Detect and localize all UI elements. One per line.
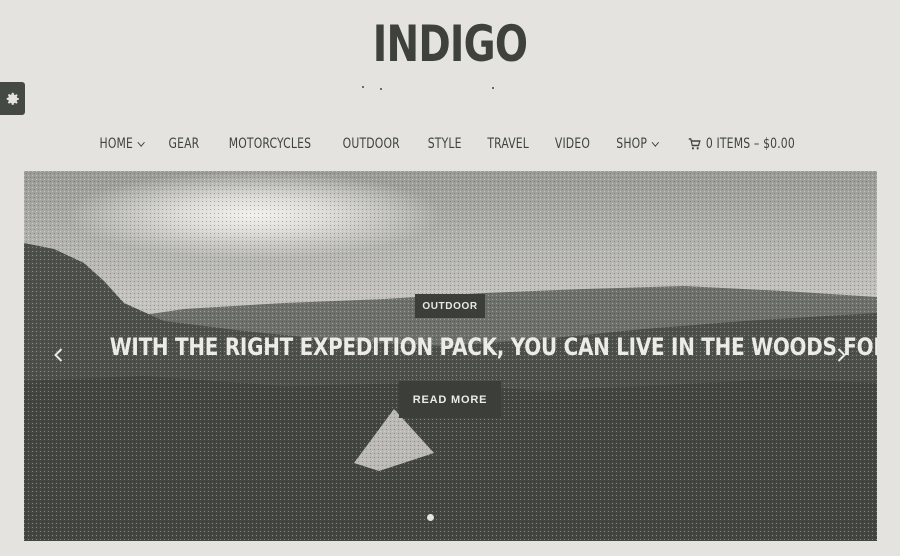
nav-item-label: MOTORCYCLES xyxy=(228,136,312,152)
gear-icon xyxy=(6,92,19,105)
chevron-left-icon xyxy=(54,348,63,362)
chevron-down-icon xyxy=(651,138,660,147)
nav-item-gear[interactable]: GEAR xyxy=(169,136,200,152)
nav-item-label: OUTDOOR xyxy=(342,136,400,152)
nav-item-label: SHOP xyxy=(616,136,648,152)
slider-prev-button[interactable] xyxy=(49,345,69,365)
nav-item-motorcycles[interactable]: MOTORCYCLES xyxy=(229,136,311,152)
nav-item-video[interactable]: VIDEO xyxy=(555,136,590,152)
chevron-right-icon xyxy=(837,348,846,362)
cart-summary: 0 ITEMS – $0.00 xyxy=(705,136,795,152)
site-logo[interactable]: INDIGO xyxy=(99,14,801,74)
nav-item-label: STYLE xyxy=(427,136,462,152)
nav-item-outdoor[interactable]: OUTDOOR xyxy=(343,136,400,152)
nav-item-label: TRAVEL xyxy=(487,136,529,152)
slider-pagination-dot[interactable] xyxy=(427,514,434,521)
nav-item-label: HOME xyxy=(99,136,134,152)
nav-item-travel[interactable]: TRAVEL xyxy=(487,136,529,152)
nav-item-home[interactable]: HOME xyxy=(99,136,146,152)
chevron-down-icon xyxy=(137,138,146,147)
hero-slider: OUTDOOR WITH THE RIGHT EXPEDITION PACK, … xyxy=(24,171,877,541)
main-navigation: HOME GEAR MOTORCYCLES OUTDOOR STYLE TRAVEL VID… xyxy=(0,133,900,155)
nav-item-label: VIDEO xyxy=(555,136,591,152)
nav-item-shop[interactable]: SHOP xyxy=(616,136,660,152)
read-more-button[interactable]: READ MORE xyxy=(399,381,501,418)
slide-title[interactable]: WITH THE RIGHT EXPEDITION PACK, YOU CAN … xyxy=(110,332,877,362)
nav-item-label: GEAR xyxy=(168,136,200,152)
nav-cart-link[interactable]: 0 ITEMS – $0.00 xyxy=(688,136,795,152)
slider-next-button[interactable] xyxy=(831,345,851,365)
category-badge[interactable]: OUTDOOR xyxy=(415,294,485,318)
cart-icon xyxy=(688,138,701,150)
site-tagline xyxy=(0,86,900,92)
nav-item-style[interactable]: STYLE xyxy=(427,136,461,152)
